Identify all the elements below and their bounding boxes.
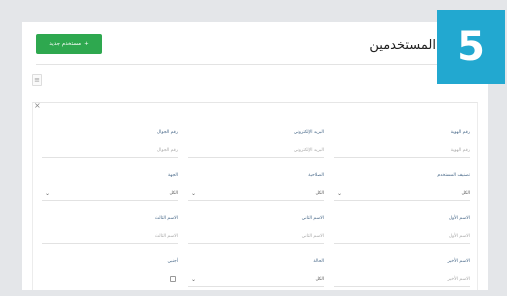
foreign-checkbox-wrap (42, 273, 178, 287)
permission-label: الصلاحية (308, 173, 324, 178)
first-name-field: الاسم الأول الاسم الأول (334, 216, 470, 244)
filter-toggle-button[interactable]: ≡ (32, 74, 42, 86)
last-name-field: الاسم الأخير الاسم الأخير (334, 259, 470, 287)
first-name-input[interactable]: الاسم الأول (334, 230, 470, 244)
user-category-value: الكل (461, 191, 470, 196)
user-category-field: تصنيف المستخدم الكل ⌄ (334, 173, 470, 201)
entity-select[interactable]: الكل ⌄ (42, 187, 178, 201)
last-name-input[interactable]: الاسم الأخير (334, 273, 470, 287)
second-name-field: الاسم الثاني الاسم الثاني (188, 216, 324, 244)
permission-value: الكل (315, 191, 324, 196)
status-field: الحالة الكل ⌄ (188, 259, 324, 287)
title-divider (36, 64, 474, 65)
third-name-input[interactable]: الاسم الثالث (42, 230, 178, 244)
users-card: + مستخدم جديد المستخدمين ≡ × رقم الهوية … (22, 22, 488, 290)
status-select[interactable]: الكل ⌄ (188, 273, 324, 287)
third-name-field: الاسم الثالث الاسم الثالث (42, 216, 178, 244)
last-name-label: الاسم الأخير (447, 259, 470, 264)
status-value: الكل (315, 277, 324, 282)
add-user-button[interactable]: + مستخدم جديد (36, 34, 102, 54)
email-field: البريد الإلكتروني البريد الإلكتروني (188, 130, 324, 158)
email-input[interactable]: البريد الإلكتروني (188, 144, 324, 158)
chevron-down-icon: ⌄ (191, 276, 197, 283)
page-title: المستخدمين (369, 38, 436, 53)
second-name-label: الاسم الثاني (301, 216, 324, 221)
chevron-down-icon: ⌄ (337, 190, 343, 197)
second-name-input[interactable]: الاسم الثاني (188, 230, 324, 244)
mobile-label: رقم الجوال (156, 130, 178, 135)
status-label: الحالة (313, 259, 324, 264)
chevron-down-icon: ⌄ (191, 190, 197, 197)
close-icon[interactable]: × (34, 101, 41, 110)
mobile-field: رقم الجوال رقم الجوال (42, 130, 178, 158)
mobile-input[interactable]: رقم الجوال (42, 144, 178, 158)
id-number-field: رقم الهوية رقم الهوية (334, 130, 470, 158)
step-number-badge: 5 (437, 10, 505, 84)
email-label: البريد الإلكتروني (293, 130, 324, 135)
entity-label: الجهة (167, 173, 178, 178)
foreign-label: أجنبي (167, 259, 179, 264)
plus-icon: + (84, 41, 89, 47)
permission-field: الصلاحية الكل ⌄ (188, 173, 324, 201)
foreign-field: أجنبي (42, 259, 178, 287)
first-name-label: الاسم الأول (448, 216, 470, 221)
entity-value: الكل (169, 191, 178, 196)
user-category-label: تصنيف المستخدم (437, 173, 470, 178)
user-category-select[interactable]: الكل ⌄ (334, 187, 470, 201)
id-number-label: رقم الهوية (450, 130, 470, 135)
id-number-input[interactable]: رقم الهوية (334, 144, 470, 158)
third-name-label: الاسم الثالث (154, 216, 178, 221)
add-user-label: مستخدم جديد (49, 41, 82, 47)
chevron-down-icon: ⌄ (45, 190, 51, 197)
entity-field: الجهة الكل ⌄ (42, 173, 178, 201)
foreign-checkbox[interactable] (170, 276, 176, 282)
filter-icon: ≡ (34, 76, 40, 84)
permission-select[interactable]: الكل ⌄ (188, 187, 324, 201)
